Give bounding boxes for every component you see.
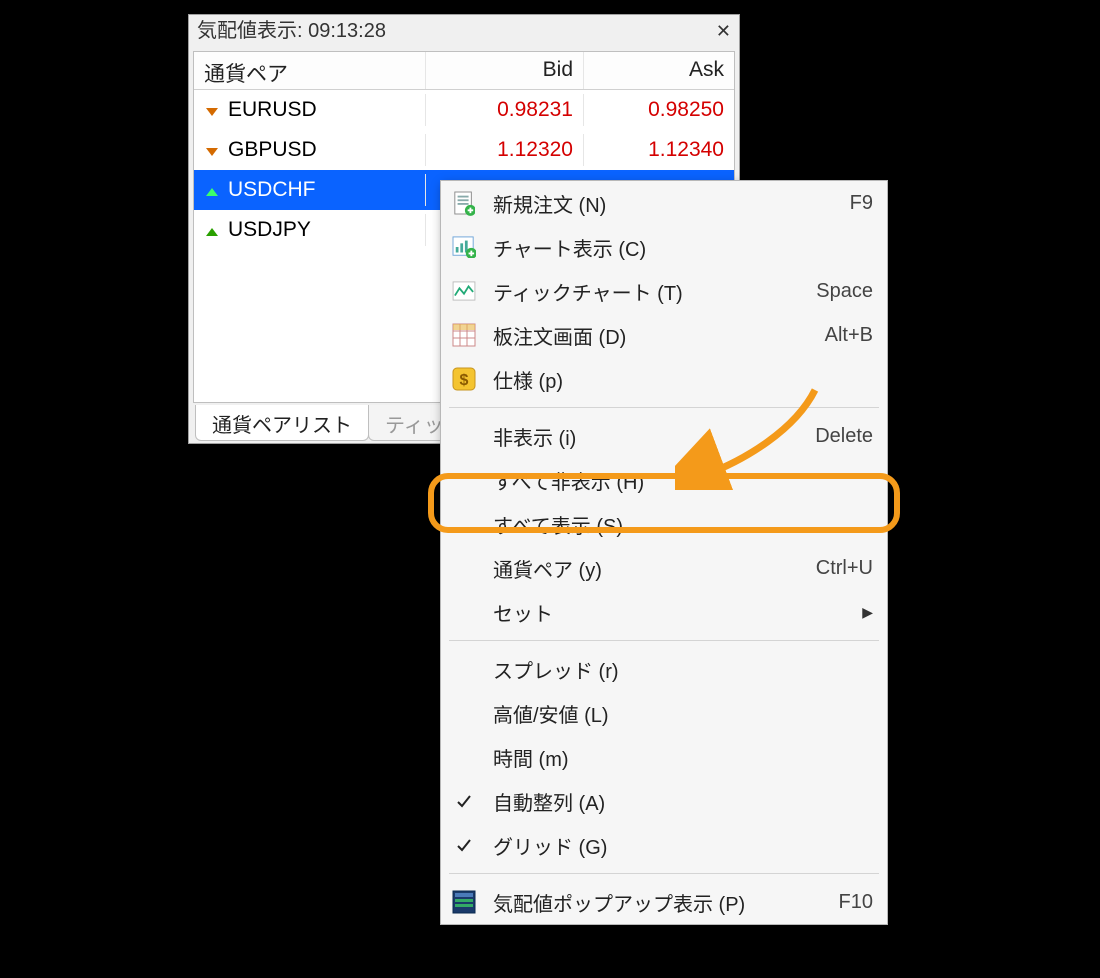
menu-shortcut: Delete (815, 425, 873, 448)
col-bid[interactable]: Bid (426, 52, 584, 89)
ask: 0.98250 (584, 94, 734, 126)
check-icon (449, 786, 479, 816)
spacer-icon (449, 553, 479, 583)
svg-text:$: $ (460, 372, 469, 389)
menu-popup-prices[interactable]: 気配値ポップアップ表示 (P) F10 (441, 880, 887, 924)
menu-label: 非表示 (i) (493, 422, 815, 451)
arrow-up-icon (204, 182, 220, 198)
menu-symbols[interactable]: 通貨ペア (y) Ctrl+U (441, 546, 887, 590)
bid: 1.12320 (426, 134, 584, 166)
menu-separator (449, 873, 879, 874)
grid-header: 通貨ペア Bid Ask (194, 52, 734, 90)
spacer-icon (449, 654, 479, 684)
menu-label: すべて表示 (S) (493, 510, 873, 539)
menu-separator (449, 407, 879, 408)
context-menu: 新規注文 (N) F9 チャート表示 (C) ティックチャート (T) Spac… (440, 180, 888, 925)
menu-label: すべて非表示 (H) (493, 466, 873, 495)
spacer-icon (449, 509, 479, 539)
symbol: USDJPY (228, 218, 311, 242)
symbol: USDCHF (228, 178, 316, 202)
menu-label: 自動整列 (A) (493, 787, 873, 816)
symbol: EURUSD (228, 98, 317, 122)
dollar-icon: $ (449, 364, 479, 394)
menu-label: グリッド (G) (493, 831, 873, 860)
bid: 0.98231 (426, 94, 584, 126)
arrow-up-icon (204, 222, 220, 238)
submenu-arrow-icon: ▶ (862, 604, 873, 621)
tab-symbol-list[interactable]: 通貨ペアリスト (195, 405, 369, 441)
menu-chart-window[interactable]: チャート表示 (C) (441, 225, 887, 269)
panel-titlebar: 気配値表示: 09:13:28 ✕ (189, 15, 739, 47)
menu-new-order[interactable]: 新規注文 (N) F9 (441, 181, 887, 225)
menu-shortcut: F9 (850, 192, 873, 215)
spacer-icon (449, 742, 479, 772)
menu-label: 時間 (m) (493, 743, 873, 772)
menu-sets[interactable]: セット ▶ (441, 590, 887, 634)
menu-auto-arrange[interactable]: 自動整列 (A) (441, 779, 887, 823)
menu-label: チャート表示 (C) (493, 233, 873, 262)
menu-label: 新規注文 (N) (493, 189, 850, 218)
spacer-icon (449, 597, 479, 627)
menu-specification[interactable]: $ 仕様 (p) (441, 357, 887, 401)
menu-label: セット (493, 598, 862, 627)
menu-tick-chart[interactable]: ティックチャート (T) Space (441, 269, 887, 313)
menu-label: 板注文画面 (D) (493, 321, 825, 350)
col-symbol[interactable]: 通貨ペア (194, 52, 426, 89)
chart-plus-icon (449, 232, 479, 262)
close-icon[interactable]: ✕ (716, 15, 731, 47)
col-ask[interactable]: Ask (584, 52, 734, 89)
tick-chart-icon (449, 276, 479, 306)
spacer-icon (449, 421, 479, 451)
check-icon (449, 830, 479, 860)
menu-label: ティックチャート (T) (493, 277, 816, 306)
menu-shortcut: Alt+B (825, 324, 873, 347)
popup-icon (449, 887, 479, 917)
menu-label: スプレッド (r) (493, 655, 873, 684)
spacer-icon (449, 698, 479, 728)
menu-dom[interactable]: 板注文画面 (D) Alt+B (441, 313, 887, 357)
menu-time[interactable]: 時間 (m) (441, 735, 887, 779)
grid-icon (449, 320, 479, 350)
menu-spread[interactable]: スプレッド (r) (441, 647, 887, 691)
menu-shortcut: Ctrl+U (816, 557, 873, 580)
document-plus-icon (449, 188, 479, 218)
symbol: GBPUSD (228, 138, 317, 162)
menu-shortcut: F10 (839, 891, 873, 914)
menu-hide-all[interactable]: すべて非表示 (H) (441, 458, 887, 502)
menu-label: 通貨ペア (y) (493, 554, 816, 583)
menu-shortcut: Space (816, 280, 873, 303)
ask: 1.12340 (584, 134, 734, 166)
arrow-down-icon (204, 142, 220, 158)
menu-label: 仕様 (p) (493, 365, 873, 394)
menu-show-all[interactable]: すべて表示 (S) (441, 502, 887, 546)
table-row[interactable]: EURUSD 0.98231 0.98250 (194, 90, 734, 130)
panel-title: 気配値表示: 09:13:28 (197, 15, 716, 47)
menu-label: 気配値ポップアップ表示 (P) (493, 888, 839, 917)
menu-separator (449, 640, 879, 641)
panel-tabs: 通貨ペアリスト ティッ (195, 405, 460, 441)
menu-grid[interactable]: グリッド (G) (441, 823, 887, 867)
menu-label: 高値/安値 (L) (493, 699, 873, 728)
arrow-down-icon (204, 102, 220, 118)
menu-hide[interactable]: 非表示 (i) Delete (441, 414, 887, 458)
spacer-icon (449, 465, 479, 495)
menu-high-low[interactable]: 高値/安値 (L) (441, 691, 887, 735)
table-row[interactable]: GBPUSD 1.12320 1.12340 (194, 130, 734, 170)
